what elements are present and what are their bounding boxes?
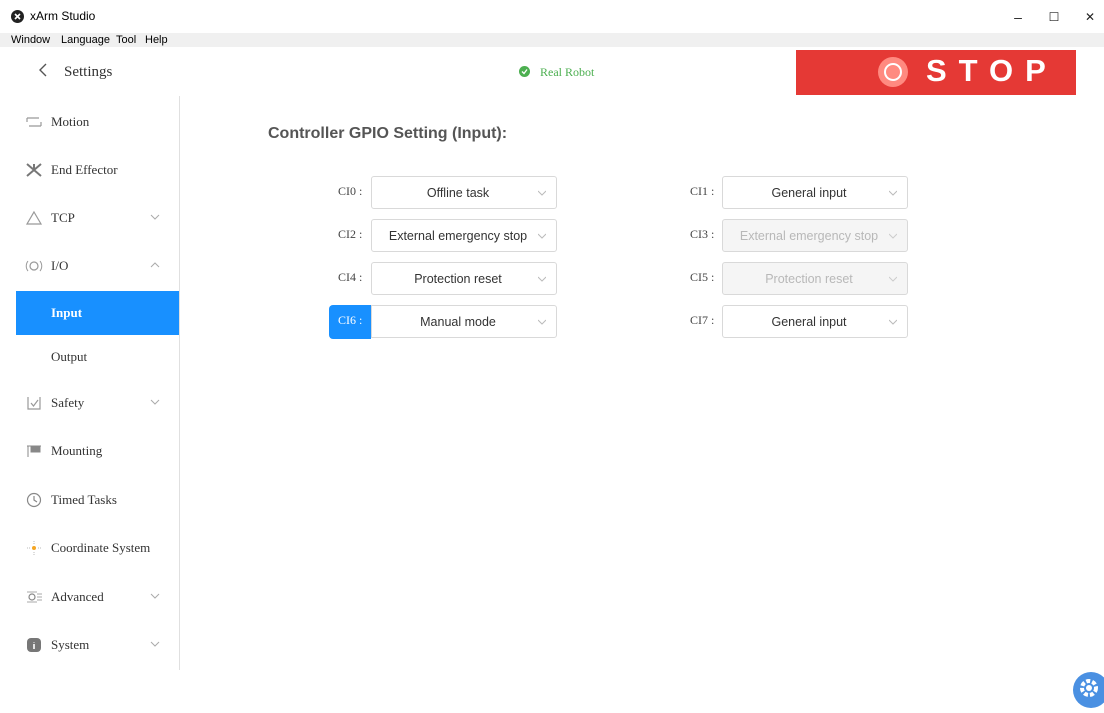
- gpio-label-ci7: CI7 :: [690, 313, 715, 327]
- gpio-select-ci5: Protection reset: [722, 262, 908, 295]
- gpio-select-ci0[interactable]: Offline task: [371, 176, 557, 209]
- connection-status-label: Real Robot: [540, 65, 595, 79]
- title-bar: xArm Studio – ☐ ✕: [0, 0, 1104, 33]
- maximize-button[interactable]: ☐: [1043, 6, 1065, 28]
- gpio-select-ci6[interactable]: Manual mode: [371, 305, 557, 338]
- sidebar-item-label: Mounting: [51, 443, 103, 458]
- safety-icon: [27, 397, 41, 410]
- sidebar-item-label: Motion: [51, 114, 90, 129]
- sidebar-item-system[interactable]: System: [0, 623, 179, 667]
- sidebar-item-label: Coordinate System: [51, 540, 151, 555]
- chevron-down-icon: [150, 641, 160, 647]
- gpio-select-ci3: External emergency stop: [722, 219, 908, 252]
- sidebar-subitem-output[interactable]: Output: [16, 335, 179, 379]
- coordinate-icon: [27, 541, 41, 555]
- sidebar-divider: [179, 96, 180, 670]
- stop-icon: [878, 57, 908, 87]
- advanced-icon: [27, 591, 42, 603]
- sidebar-subitem-label: Output: [51, 349, 88, 364]
- sidebar-subitem-input[interactable]: Input: [16, 291, 179, 335]
- menu-tool[interactable]: Tool: [116, 33, 136, 47]
- gpio-select-value: External emergency stop: [388, 229, 528, 243]
- gpio-select-value: Offline task: [426, 186, 490, 200]
- menu-window[interactable]: Window: [11, 33, 50, 47]
- chevron-down-icon: [538, 319, 546, 325]
- mounting-icon: [27, 445, 41, 457]
- gpio-label-ci3: CI3 :: [690, 227, 715, 241]
- sidebar-item-coordinate-system[interactable]: Coordinate System: [0, 526, 179, 570]
- sidebar-item-io[interactable]: I/O: [0, 244, 179, 288]
- sidebar-item-label: TCP: [51, 210, 75, 225]
- sidebar-item-label: Advanced: [51, 589, 104, 604]
- chevron-down-icon: [889, 276, 897, 282]
- sidebar-item-label: End Effector: [51, 162, 118, 177]
- sidebar-item-label: Safety: [51, 395, 85, 410]
- chevron-down-icon: [889, 233, 897, 239]
- gear-icon: [1080, 679, 1098, 697]
- gpio-select-value: General input: [771, 186, 847, 200]
- chevron-down-icon: [889, 319, 897, 325]
- gpio-select-ci7[interactable]: General input: [722, 305, 908, 338]
- header: Settings Real Robot STOP: [0, 47, 1104, 95]
- gpio-select-ci4[interactable]: Protection reset: [371, 262, 557, 295]
- gpio-label-ci5: CI5 :: [690, 270, 715, 284]
- info-icon: [27, 638, 41, 652]
- menu-language[interactable]: Language: [61, 33, 110, 47]
- sidebar-item-advanced[interactable]: Advanced: [0, 575, 179, 619]
- gpio-select-value: External emergency stop: [739, 229, 879, 243]
- menu-help[interactable]: Help: [145, 33, 168, 47]
- gpio-select-value: Protection reset: [765, 272, 853, 286]
- page-header-title: Settings: [64, 64, 113, 80]
- close-button[interactable]: ✕: [1079, 6, 1101, 28]
- gpio-label-ci2: CI2 :: [338, 227, 363, 241]
- menu-bar: Window Language Tool Help: [0, 33, 1104, 47]
- chevron-down-icon: [889, 190, 897, 196]
- chevron-up-icon: [150, 262, 160, 268]
- gpio-label-ci4: CI4 :: [338, 270, 363, 284]
- end-effector-icon: [26, 163, 42, 177]
- sidebar-item-label: I/O: [51, 258, 69, 273]
- sidebar-item-motion[interactable]: Motion: [0, 100, 179, 144]
- xarm-logo-icon: [11, 10, 24, 23]
- gpio-select-value: Manual mode: [420, 315, 496, 329]
- chevron-down-icon: [538, 233, 546, 239]
- gpio-select-ci2[interactable]: External emergency stop: [371, 219, 557, 252]
- gpio-select-ci1[interactable]: General input: [722, 176, 908, 209]
- gpio-select-value: Protection reset: [414, 272, 502, 286]
- sidebar-item-timed-tasks[interactable]: Timed Tasks: [0, 478, 179, 522]
- sidebar-item-label: Timed Tasks: [51, 492, 117, 507]
- motion-icon: [26, 117, 42, 127]
- chevron-down-icon: [538, 190, 546, 196]
- back-chevron-icon[interactable]: [34, 58, 52, 82]
- gpio-label-ci1: CI1 :: [690, 184, 715, 198]
- app-title: xArm Studio: [30, 9, 96, 23]
- sidebar-item-mounting[interactable]: Mounting: [0, 429, 179, 473]
- chevron-down-icon: [150, 214, 160, 220]
- check-circle-icon: [519, 66, 530, 77]
- stop-label: STOP: [926, 53, 1058, 88]
- gpio-label-ci6: CI6 :: [329, 305, 371, 339]
- chevron-down-icon: [538, 276, 546, 282]
- sidebar-item-tcp[interactable]: TCP: [0, 196, 179, 240]
- sidebar-item-safety[interactable]: Safety: [0, 381, 179, 425]
- chevron-down-icon: [150, 593, 160, 599]
- gpio-select-value: General input: [771, 315, 847, 329]
- sidebar-item-label: System: [51, 637, 90, 652]
- io-icon: [25, 260, 43, 272]
- emergency-stop-button[interactable]: STOP: [796, 50, 1076, 95]
- minimize-button[interactable]: –: [1007, 6, 1029, 28]
- clock-icon: [26, 492, 42, 508]
- gpio-label-ci0: CI0 :: [338, 184, 363, 198]
- settings-float-button[interactable]: [1073, 672, 1104, 708]
- sidebar-item-end-effector[interactable]: End Effector: [0, 148, 179, 192]
- tcp-icon: [25, 210, 43, 225]
- sidebar-subitem-label: Input: [51, 305, 83, 320]
- chevron-down-icon: [150, 399, 160, 405]
- page-title: Controller GPIO Setting (Input):: [268, 125, 508, 142]
